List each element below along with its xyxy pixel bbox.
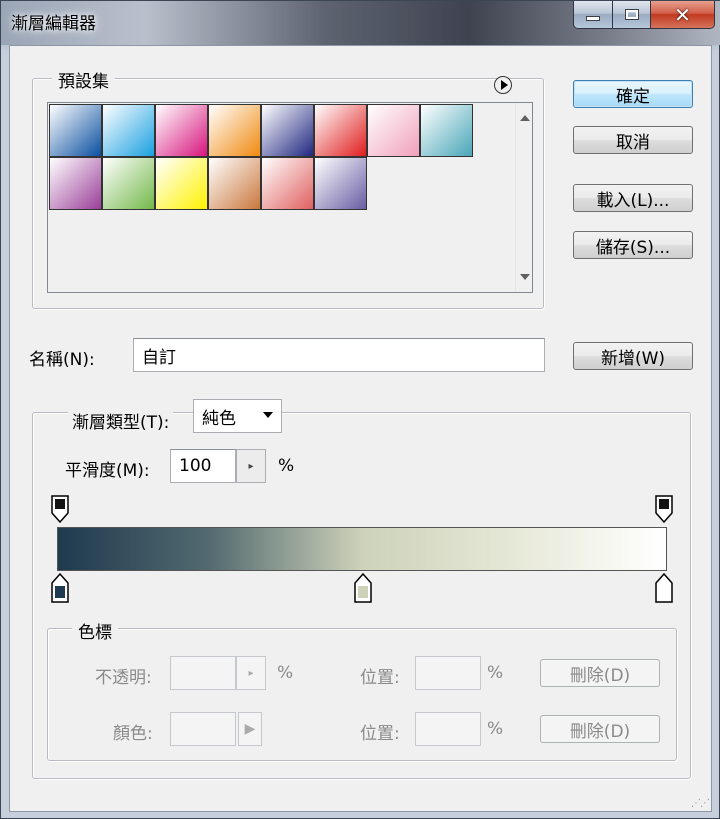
color-label: 顏色: (113, 724, 153, 744)
gradient-type-value: 純色 (202, 408, 236, 429)
save-button[interactable]: 儲存(S)... (573, 231, 693, 259)
color-location-label: 位置: (360, 724, 400, 744)
scroll-down-icon[interactable] (520, 274, 530, 280)
color-stop-right[interactable] (655, 573, 673, 603)
gradient-type-select[interactable]: 純色 (193, 399, 282, 433)
scroll-up-icon[interactable] (520, 115, 530, 121)
dropdown-arrow-icon (263, 412, 273, 418)
opacity-input[interactable] (170, 656, 236, 690)
new-button[interactable]: 新增(W) (573, 342, 693, 370)
title-bar[interactable]: 漸層編輯器 ✕ (1, 1, 720, 45)
smoothness-input[interactable]: 100 (170, 449, 236, 483)
opacity-location-unit: % (487, 663, 504, 683)
preset-swatch[interactable] (420, 104, 473, 157)
opacity-spin-button[interactable]: ▸ (236, 656, 266, 690)
delete-color-stop-button[interactable]: 刪除(D) (540, 715, 660, 743)
opacity-location-input[interactable] (415, 656, 481, 690)
gradient-editor-window: 漸層編輯器 ✕ 預設集 確定 取消 載入(L)... 儲存(S)... 名稱(N… (0, 0, 720, 819)
minimize-icon (586, 16, 600, 21)
load-button[interactable]: 載入(L)... (573, 184, 693, 212)
preset-swatch[interactable] (208, 157, 261, 210)
opacity-location-label: 位置: (360, 668, 400, 688)
color-menu-button[interactable]: ▶ (238, 712, 262, 746)
preset-swatch[interactable] (261, 104, 314, 157)
resize-grip-icon[interactable]: ⋰⋰ (691, 798, 710, 809)
preset-swatch[interactable] (102, 104, 155, 157)
close-icon: ✕ (674, 2, 691, 27)
color-location-input[interactable] (415, 712, 481, 746)
cancel-button[interactable]: 取消 (573, 126, 693, 154)
presets-scrollbar[interactable] (515, 103, 532, 292)
ok-button[interactable]: 確定 (573, 80, 693, 108)
maximize-button[interactable] (613, 1, 651, 29)
preset-swatch[interactable] (367, 104, 420, 157)
preset-swatch[interactable] (49, 104, 102, 157)
color-stop-middle[interactable] (354, 573, 372, 603)
presets-legend: 預設集 (52, 67, 115, 92)
preset-swatch[interactable] (155, 104, 208, 157)
color-swatch-field[interactable] (170, 712, 236, 746)
preset-swatch[interactable] (314, 157, 367, 210)
window-title: 漸層編輯器 (11, 14, 96, 34)
preset-swatch[interactable] (49, 157, 102, 210)
preset-swatch[interactable] (208, 104, 261, 157)
preset-swatch[interactable] (102, 157, 155, 210)
stops-legend: 色標 (72, 618, 118, 643)
opacity-unit: % (277, 663, 294, 683)
color-stop-left[interactable] (51, 573, 69, 603)
opacity-label: 不透明: (95, 668, 152, 688)
presets-menu-icon[interactable] (494, 76, 512, 94)
presets-list[interactable] (47, 102, 533, 293)
close-button[interactable]: ✕ (651, 1, 715, 29)
smoothness-unit: % (278, 456, 295, 476)
name-label: 名稱(N): (29, 350, 95, 370)
color-location-unit: % (487, 719, 504, 739)
maximize-icon (624, 9, 639, 20)
delete-opacity-stop-button[interactable]: 刪除(D) (540, 659, 660, 687)
preset-swatch[interactable] (155, 157, 208, 210)
caption-buttons: ✕ (573, 1, 715, 31)
minimize-button[interactable] (573, 1, 613, 29)
smoothness-spin-button[interactable]: ▸ (236, 449, 266, 483)
preset-swatch[interactable] (314, 104, 367, 157)
opacity-stop-left[interactable] (51, 495, 69, 523)
gradient-preview-bar[interactable] (57, 527, 667, 571)
preset-swatch[interactable] (261, 157, 314, 210)
smoothness-label: 平滑度(M): (65, 461, 150, 481)
opacity-stop-right[interactable] (655, 495, 673, 523)
name-input[interactable]: 自訂 (133, 338, 545, 372)
dialog-body: 預設集 確定 取消 載入(L)... 儲存(S)... 名稱(N): 自訂 新增… (9, 45, 712, 812)
gradient-type-label: 漸層類型(T): (68, 408, 174, 433)
